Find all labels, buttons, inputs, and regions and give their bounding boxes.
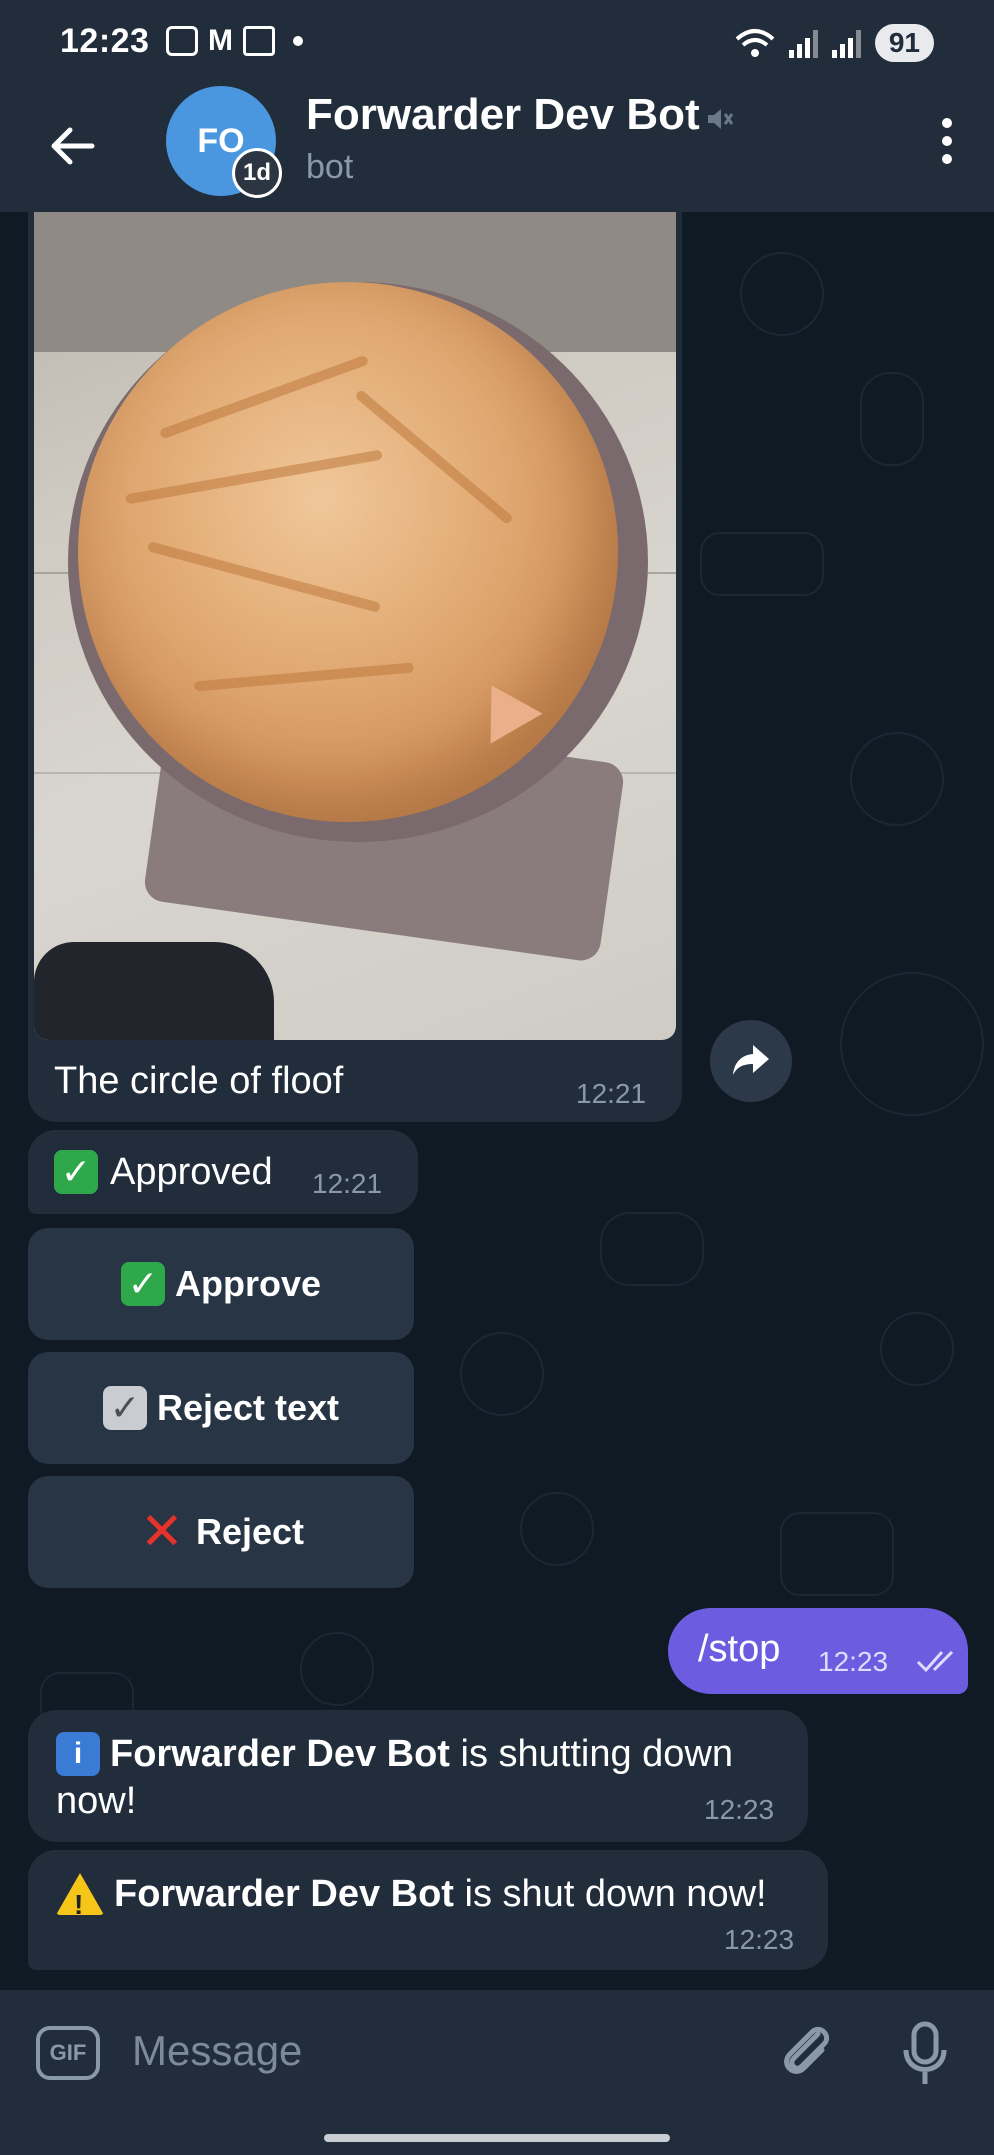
avatar-badge: 1d [232,148,282,198]
shutting-down-rest: is shutting down [449,1733,734,1775]
read-receipt-icon [916,1650,954,1673]
reject-button-label: Reject [195,1511,305,1552]
approved-label: Approved [110,1150,273,1193]
gif-button[interactable]: GIF [36,2026,100,2080]
approve-button[interactable]: ✓ Approve [28,1228,414,1340]
forward-arrow-icon [733,1045,769,1075]
wallpaper-doodle [780,1512,894,1596]
bot-name: Forwarder Dev Bot [114,1873,454,1915]
message-time: 12:23 [704,1794,775,1825]
message-input[interactable] [130,2010,734,2092]
back-arrow-icon[interactable] [44,116,104,176]
more-options-icon[interactable] [942,118,954,164]
approved-message[interactable]: ✓ Approved 12:21 [28,1130,418,1214]
wallpaper-doodle [840,972,984,1116]
chat-title[interactable]: Forwarder Dev Bot [306,90,700,140]
shut-down-message-line: ! Forwarder Dev Bot is shut down now! [56,1870,767,1920]
shut-down-message[interactable]: ! Forwarder Dev Bot is shut down now! 12… [28,1850,828,1970]
outgoing-message[interactable]: /stop 12:23 [668,1608,968,1694]
warning-icon: ! [56,1873,104,1920]
wallpaper-doodle [600,1212,704,1286]
photo-shoe [34,942,274,1040]
wallpaper-doodle [850,732,944,826]
reject-text-button-label: Reject text [156,1387,340,1428]
microphone-icon[interactable] [900,2020,950,2088]
gmail-icon: M [208,24,233,57]
status-bar: 12:23 M 91 [0,0,994,90]
cross-mark-icon: ✕ [140,1503,184,1561]
reject-text-button[interactable]: ✓ Reject text [28,1352,414,1464]
system-status: 91 [735,24,934,62]
shut-down-rest: is shut down now! [453,1873,767,1915]
photo-caption: The circle of floof [54,1060,344,1102]
message-time: 12:23 [724,1924,795,1955]
shutting-down-text: Forwarder Dev Bot is shutting down [110,1730,733,1778]
check-mark-icon: ✓ [54,1150,98,1194]
home-handle[interactable] [324,2134,670,2142]
wallpaper-doodle [520,1492,594,1566]
signal-icon [788,28,818,58]
wallpaper-doodle [880,1312,954,1386]
wifi-icon [735,29,775,57]
wallpaper-doodle [300,1632,374,1706]
more-notifications-dot-icon [293,36,303,46]
wallpaper-doodle [460,1332,544,1416]
shutting-down-line2: now! [56,1780,137,1822]
checkbox-icon: ✓ [102,1386,147,1430]
info-icon: i [56,1732,100,1776]
battery-level: 91 [874,24,934,62]
navigation-bar [0,2110,994,2155]
cat-photo[interactable] [34,212,676,1040]
chat-subtitle: bot [306,148,354,186]
paperclip-icon[interactable] [778,2020,838,2084]
wallpaper-doodle [740,252,824,336]
signal-icon [831,28,861,58]
phone-icon [243,26,275,56]
shutting-down-message[interactable]: i Forwarder Dev Bot is shutting down now… [28,1710,808,1842]
approved-message-content: ✓ Approved [54,1150,273,1194]
message-time: 12:21 [312,1168,383,1199]
notification-icons: M [166,26,303,56]
wallpaper-doodle [700,532,824,596]
message-input-bar: GIF [0,1990,994,2110]
forward-button[interactable] [710,1020,792,1102]
bot-name: Forwarder Dev Bot [110,1733,450,1775]
status-time: 12:23 [60,22,150,60]
wallpaper-doodle [860,372,924,466]
message-time: 12:23 [818,1646,889,1677]
message-time: 12:21 [576,1078,647,1109]
photo-message[interactable] [28,212,682,1122]
outgoing-message-text: /stop [698,1628,781,1670]
shut-down-text: Forwarder Dev Bot is shut down now! [114,1870,767,1918]
check-mark-icon: ✓ [120,1262,165,1306]
muted-icon [708,109,734,129]
screenshot-icon [166,26,198,56]
approve-button-label: Approve [174,1263,322,1304]
reject-button[interactable]: ✕ Reject [28,1476,414,1588]
shutting-down-message-line: i Forwarder Dev Bot is shutting down [56,1730,733,1778]
